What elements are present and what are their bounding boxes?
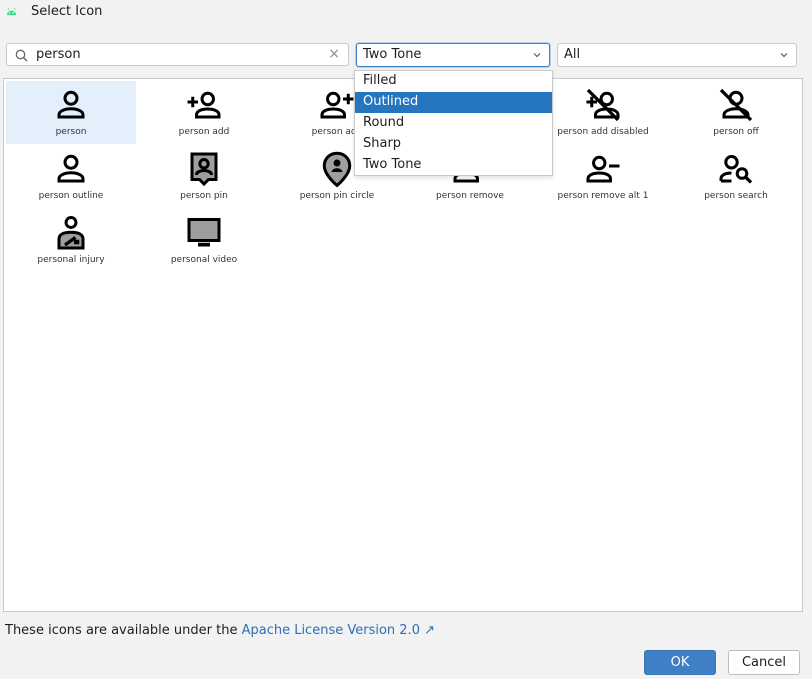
person-pin-icon bbox=[190, 152, 218, 187]
window-title: Select Icon bbox=[31, 4, 103, 19]
icon-label: person pin circle bbox=[299, 191, 375, 201]
person-add-icon bbox=[187, 91, 221, 119]
person-pin-circle-icon bbox=[322, 151, 352, 187]
icon-cell-person-pin[interactable]: person pin bbox=[139, 145, 269, 208]
search-icon bbox=[15, 49, 28, 62]
style-select[interactable]: Two Tone bbox=[356, 43, 550, 67]
person-add-alt-icon bbox=[320, 91, 354, 119]
person-remove-alt-icon bbox=[586, 155, 620, 183]
person-search-icon bbox=[719, 155, 753, 184]
icon-cell-person-add[interactable]: person add bbox=[139, 81, 269, 144]
icon-label: person bbox=[55, 127, 87, 137]
license-text: These icons are available under the bbox=[5, 623, 242, 638]
icon-label: person remove bbox=[436, 191, 504, 201]
person-outline-icon bbox=[57, 154, 85, 183]
icon-label: person off bbox=[713, 127, 759, 137]
icon-cell-person-outline[interactable]: person outline bbox=[6, 145, 136, 208]
icon-label: person outline bbox=[38, 191, 104, 201]
personal-injury-icon bbox=[57, 216, 85, 250]
android-icon bbox=[6, 7, 17, 16]
title-bar: Select Icon bbox=[0, 0, 812, 26]
search-value: person bbox=[36, 47, 81, 62]
person-add-disabled-icon bbox=[586, 88, 620, 122]
icon-cell-personal-video[interactable]: personal video bbox=[139, 209, 269, 272]
icon-cell-person-remove-alt[interactable]: person remove alt 1 bbox=[538, 145, 668, 208]
icon-cell-person-search[interactable]: person search bbox=[671, 145, 801, 208]
category-select[interactable]: All bbox=[557, 43, 797, 67]
external-link-icon[interactable]: ↗ bbox=[424, 623, 435, 638]
cancel-button[interactable]: Cancel bbox=[728, 650, 800, 675]
style-option-round[interactable]: Round bbox=[355, 113, 552, 134]
style-dropdown-list: Filled Outlined Round Sharp Two Tone bbox=[354, 70, 553, 176]
icon-label: personal video bbox=[170, 255, 238, 265]
license-link[interactable]: Apache License Version 2.0 bbox=[242, 623, 420, 638]
icon-label: person remove alt 1 bbox=[557, 191, 649, 201]
license-notice: These icons are available under the Apac… bbox=[5, 623, 435, 638]
icon-label: personal injury bbox=[37, 255, 105, 265]
person-off-icon bbox=[719, 88, 753, 122]
style-option-filled[interactable]: Filled bbox=[355, 71, 552, 92]
style-select-value: Two Tone bbox=[363, 47, 422, 62]
style-option-outlined[interactable]: Outlined bbox=[355, 92, 552, 113]
person-icon bbox=[57, 90, 85, 119]
icon-label: person search bbox=[704, 191, 768, 201]
search-input[interactable]: person × bbox=[6, 43, 349, 66]
icon-label: person pin bbox=[180, 191, 228, 201]
chevron-down-icon bbox=[533, 53, 541, 58]
personal-video-icon bbox=[187, 218, 221, 247]
ok-button[interactable]: OK bbox=[644, 650, 716, 675]
icon-cell-person-add-disabled[interactable]: person add disabled bbox=[538, 81, 668, 144]
icon-cell-person[interactable]: person bbox=[6, 81, 136, 144]
style-option-two-tone[interactable]: Two Tone bbox=[355, 155, 552, 176]
chevron-down-icon bbox=[780, 53, 788, 58]
icon-cell-person-off[interactable]: person off bbox=[671, 81, 801, 144]
icon-cell-personal-injury[interactable]: personal injury bbox=[6, 209, 136, 272]
icon-label: person add bbox=[178, 127, 230, 137]
clear-icon[interactable]: × bbox=[328, 46, 340, 62]
category-select-value: All bbox=[564, 47, 581, 62]
style-option-sharp[interactable]: Sharp bbox=[355, 134, 552, 155]
icon-label: person add disabled bbox=[557, 127, 649, 137]
